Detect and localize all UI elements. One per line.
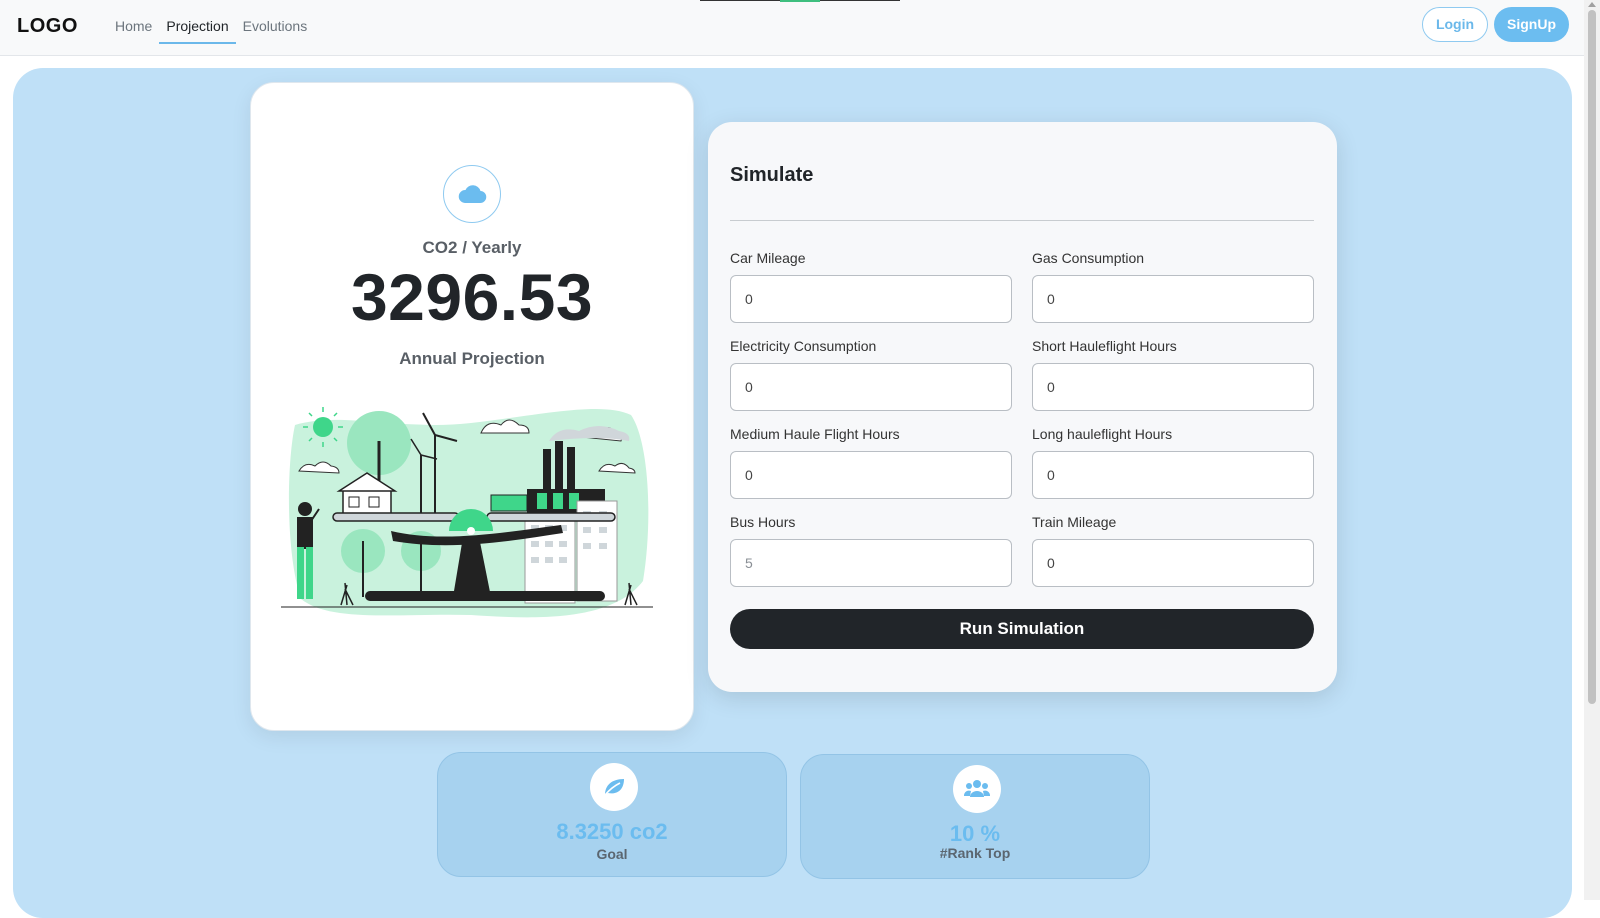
cloud-icon [443,165,501,223]
electricity-consumption-field: Electricity Consumption [730,338,1012,411]
main-panel: CO2 / Yearly 3296.53 Annual Projection S… [13,68,1572,918]
gas-consumption-input[interactable] [1032,275,1314,323]
medium-haul-flight-input[interactable] [730,451,1012,499]
page-load-progress [700,0,900,2]
co2-unit-label: CO2 / Yearly [422,238,522,257]
long-haul-flight-input[interactable] [1032,451,1314,499]
signup-button[interactable]: SignUp [1494,7,1569,42]
electricity-consumption-label: Electricity Consumption [730,338,877,354]
car-mileage-input[interactable] [730,275,1012,323]
train-mileage-field: Train Mileage [1032,514,1314,587]
nav-link-home[interactable]: Home [108,0,159,44]
nav-link-projection[interactable]: Projection [159,0,236,44]
leaf-icon [590,763,638,811]
short-haul-flight-input[interactable] [1032,363,1314,411]
simulate-card: Simulate Car Mileage Gas Consumption Ele… [708,122,1337,692]
simulate-divider [730,220,1314,221]
short-haul-flight-field: Short Hauleflight Hours [1032,338,1314,411]
bus-hours-input[interactable] [730,539,1012,587]
co2-yearly-value: 3296.53 [350,260,594,334]
page-scrollbar[interactable] [1584,0,1600,900]
goal-stat-card: 8.3250 co2 Goal [437,752,787,877]
long-haul-flight-field: Long hauleflight Hours [1032,426,1314,499]
bus-hours-label: Bus Hours [730,514,796,530]
scrollbar-thumb[interactable] [1588,10,1596,704]
projection-card: CO2 / Yearly 3296.53 Annual Projection [250,82,694,731]
car-mileage-label: Car Mileage [730,250,806,266]
annual-projection-label: Annual Projection [399,349,545,368]
long-haul-flight-label: Long hauleflight Hours [1032,426,1173,442]
goal-label: Goal [596,846,628,862]
bus-hours-field: Bus Hours [730,514,1012,587]
gas-consumption-field: Gas Consumption [1032,250,1314,323]
gas-consumption-label: Gas Consumption [1032,250,1145,266]
electricity-consumption-input[interactable] [730,363,1012,411]
rank-value: 10 % [949,821,1001,846]
car-mileage-field: Car Mileage [730,250,1012,323]
scroll-up-arrow-icon[interactable] [1588,2,1596,7]
users-icon [953,765,1001,813]
medium-haul-flight-field: Medium Haule Flight Hours [730,426,1012,499]
rank-stat-card: 10 % #Rank Top [800,754,1150,879]
simulate-title: Simulate [730,164,814,186]
top-navbar: LOGO Home Projection Evolutions Login Si… [0,0,1584,56]
login-button[interactable]: Login [1422,7,1488,42]
eco-balance-illustration [281,407,653,618]
train-mileage-label: Train Mileage [1032,514,1117,530]
goal-value: 8.3250 co2 [556,819,668,844]
run-simulation-button[interactable]: Run Simulation [730,609,1314,649]
nav-link-evolutions[interactable]: Evolutions [236,0,315,44]
short-haul-flight-label: Short Hauleflight Hours [1032,338,1177,354]
train-mileage-input[interactable] [1032,539,1314,587]
brand-logo[interactable]: LOGO [17,15,78,38]
rank-label: #Rank Top [939,845,1011,861]
nav-links: Home Projection Evolutions [108,0,314,56]
medium-haul-flight-label: Medium Haule Flight Hours [730,426,900,442]
